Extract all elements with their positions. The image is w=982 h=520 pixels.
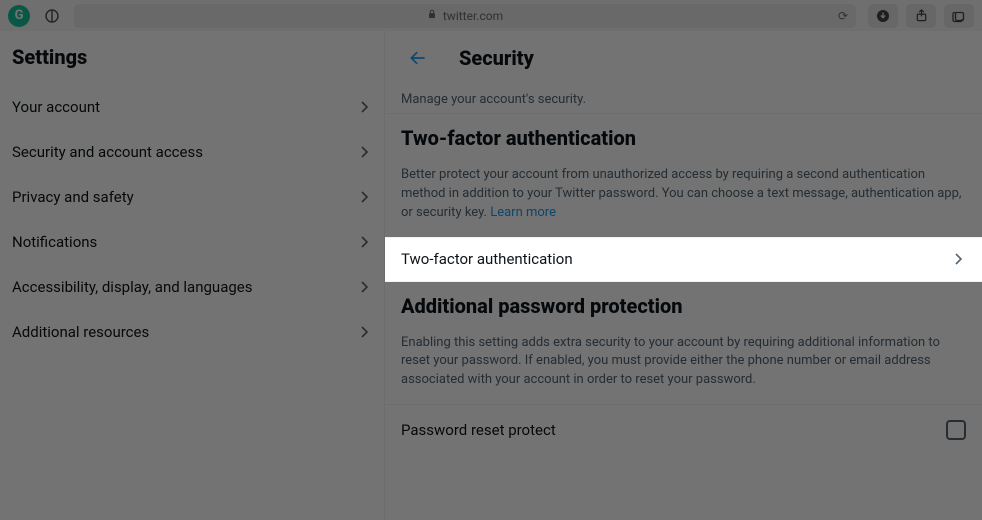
page-subtitle: Manage your account's security. <box>385 84 982 113</box>
url-bar[interactable]: twitter.com ⟳ <box>74 4 856 28</box>
tfa-section-heading: Two-factor authentication <box>385 113 982 162</box>
lock-icon <box>427 9 437 22</box>
back-button[interactable] <box>401 41 435 75</box>
chevron-right-icon <box>356 144 372 160</box>
sidebar-item-label: Your account <box>12 98 100 116</box>
app-section-desc: Enabling this setting adds extra securit… <box>385 330 982 405</box>
share-icon[interactable] <box>906 4 936 28</box>
grammarly-extension-icon[interactable]: G <box>8 5 30 27</box>
reader-mode-icon[interactable] <box>38 4 66 28</box>
sidebar-item-label: Security and account access <box>12 143 203 161</box>
learn-more-link[interactable]: Learn more <box>490 205 556 220</box>
chevron-right-icon <box>356 324 372 340</box>
row-label: Two-factor authentication <box>401 250 573 268</box>
chevron-right-icon <box>356 99 372 115</box>
sidebar-item-your-account[interactable]: Your account <box>0 85 384 130</box>
main-panel: Security Manage your account's security.… <box>385 31 982 520</box>
sidebar-title: Settings <box>0 31 384 85</box>
sidebar-item-accessibility[interactable]: Accessibility, display, and languages <box>0 265 384 310</box>
app-content: Settings Your account Security and accou… <box>0 31 982 520</box>
sidebar-item-label: Accessibility, display, and languages <box>12 278 252 296</box>
tfa-desc-text: Better protect your account from unautho… <box>401 167 961 220</box>
reload-icon[interactable]: ⟳ <box>838 9 848 23</box>
sidebar-item-label: Notifications <box>12 233 97 251</box>
tabs-overview-icon[interactable] <box>944 4 974 28</box>
main-header: Security <box>385 31 982 84</box>
chevron-right-icon <box>356 234 372 250</box>
app-section-heading: Additional password protection <box>385 282 982 330</box>
sidebar-item-security-access[interactable]: Security and account access <box>0 130 384 175</box>
password-reset-protect-row[interactable]: Password reset protect <box>385 404 982 455</box>
checkbox-label: Password reset protect <box>401 421 556 439</box>
sidebar-item-privacy[interactable]: Privacy and safety <box>0 175 384 220</box>
sidebar-item-additional-resources[interactable]: Additional resources <box>0 310 384 355</box>
page-title: Security <box>459 46 534 70</box>
password-reset-checkbox[interactable] <box>946 420 966 440</box>
settings-sidebar: Settings Your account Security and accou… <box>0 31 385 520</box>
sidebar-item-notifications[interactable]: Notifications <box>0 220 384 265</box>
url-domain-text: twitter.com <box>443 9 503 23</box>
sidebar-item-label: Privacy and safety <box>12 188 134 206</box>
two-factor-auth-row[interactable]: Two-factor authentication <box>385 237 982 282</box>
chevron-right-icon <box>356 279 372 295</box>
chevron-right-icon <box>950 251 966 267</box>
tfa-section-desc: Better protect your account from unautho… <box>385 162 982 237</box>
downloads-icon[interactable] <box>868 4 898 28</box>
browser-toolbar: G twitter.com ⟳ <box>0 0 982 31</box>
chevron-right-icon <box>356 189 372 205</box>
sidebar-item-label: Additional resources <box>12 323 149 341</box>
